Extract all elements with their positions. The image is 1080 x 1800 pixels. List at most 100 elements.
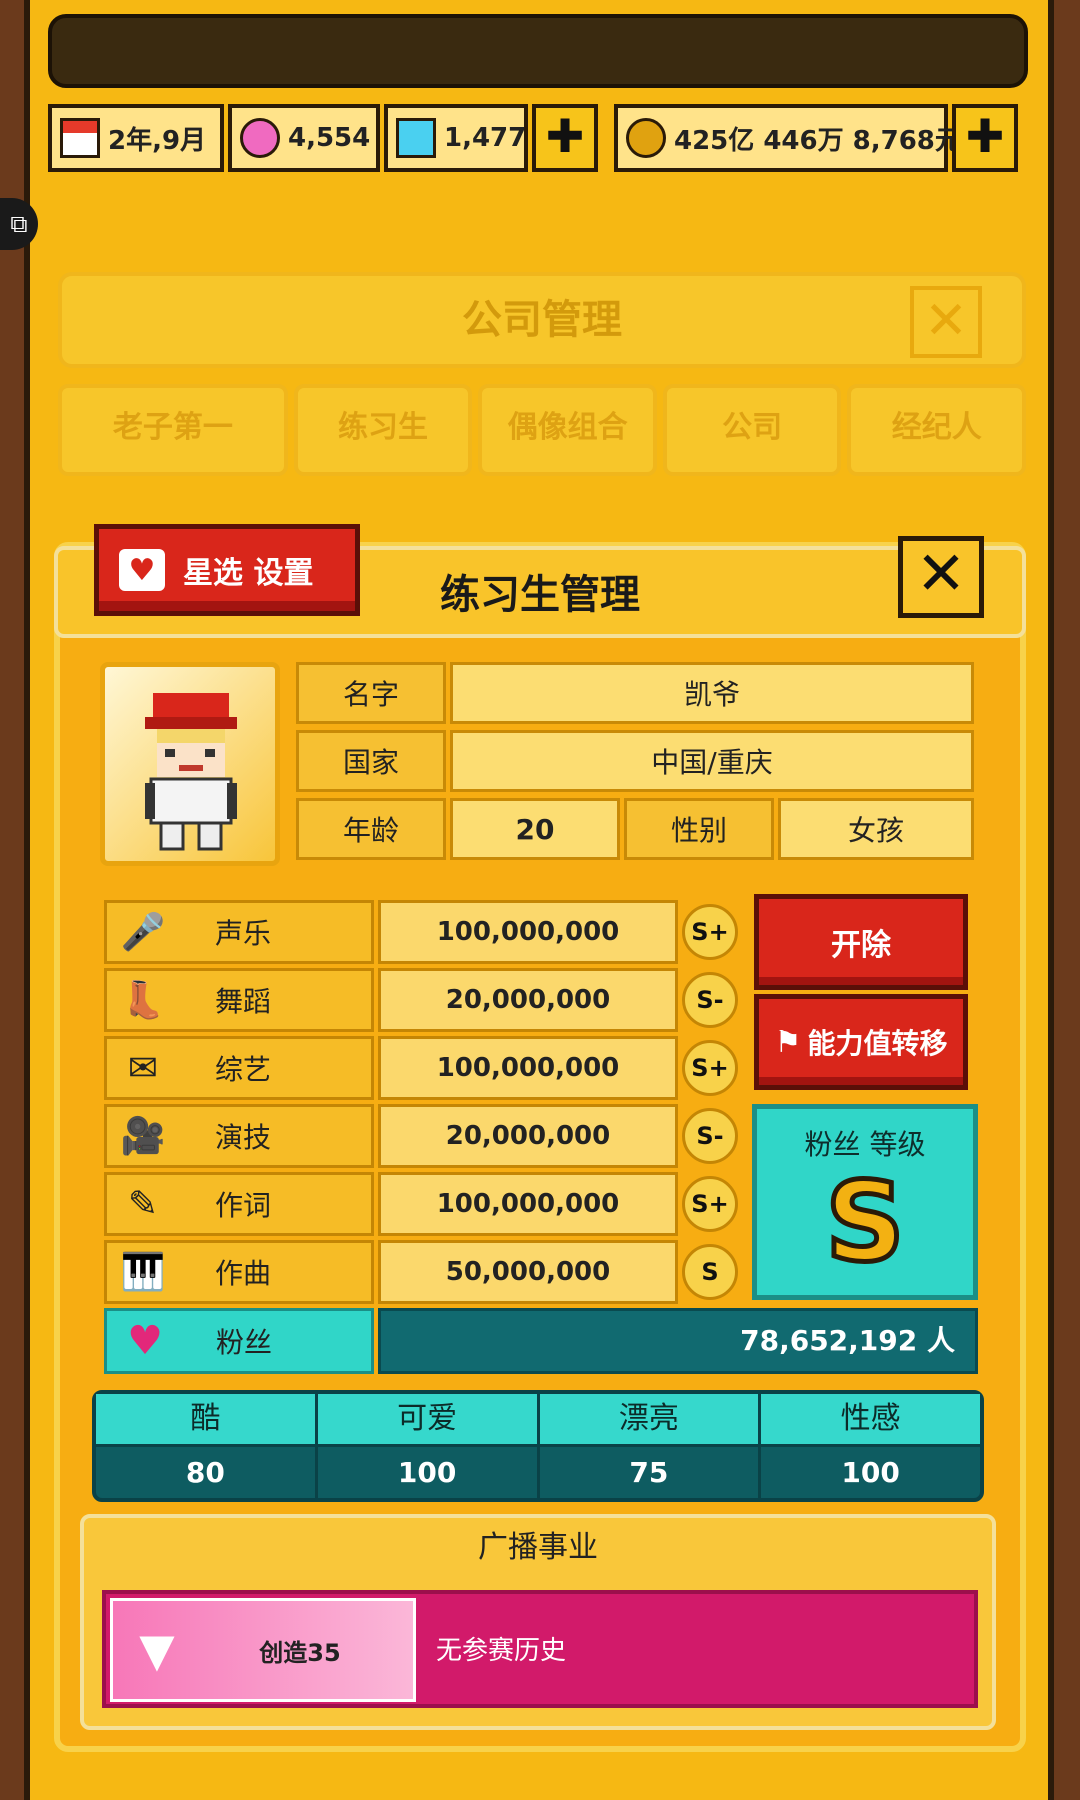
piano-icon: 🎹: [120, 1252, 166, 1293]
pen-icon: ✎: [127, 1183, 159, 1225]
side-handle[interactable]: ⧉: [0, 198, 38, 250]
stat-value: 20,000,000: [378, 1104, 678, 1168]
attribute-value: 75: [629, 1456, 669, 1489]
transfer-icon: ⚑: [774, 1024, 802, 1060]
stat-label: 作词: [214, 1189, 271, 1222]
attribute-value: 80: [185, 1456, 225, 1489]
stat-label: 综艺: [214, 1053, 271, 1086]
shoe-icon: 👢: [120, 980, 166, 1021]
stat-grade: S: [682, 1244, 738, 1300]
attribute-label: 酷: [96, 1394, 315, 1447]
stat-grade: S-: [682, 1108, 738, 1164]
stat-row-acting: 🎥 演技 20,000,000 S-: [104, 1104, 744, 1170]
blue-gem-display: 1,477: [384, 104, 528, 172]
program-label: 创造35: [259, 1638, 341, 1667]
heart-icon: ♥: [127, 1318, 163, 1364]
resource-bar: 2年,9月 4,554 1,477 ✚ 425亿 446万 8,768元 ✚: [48, 104, 1028, 172]
background-close-icon: ✕: [910, 286, 982, 358]
attribute-cool: 酷 80: [96, 1394, 318, 1498]
fire-button[interactable]: 开除: [754, 894, 968, 990]
age-value: 20: [450, 798, 620, 860]
stat-value: 100,000,000: [378, 900, 678, 964]
add-gems-button[interactable]: ✚: [532, 104, 598, 172]
blue-gem-count: 1,477: [444, 123, 527, 153]
tab-agent: 经纪人: [847, 384, 1026, 476]
microphone-icon: 🎤: [120, 912, 166, 953]
plus-icon: ✚: [545, 109, 585, 163]
top-banner: [48, 14, 1028, 88]
variety-icon: ✉: [127, 1047, 159, 1089]
stat-value: 20,000,000: [378, 968, 678, 1032]
background-title-text: 公司管理: [462, 297, 622, 343]
camera-icon: 🎥: [120, 1116, 166, 1157]
broadcast-history-bar: ▼ 创造35 无参赛历史: [102, 1590, 978, 1708]
plus-icon: ✚: [965, 109, 1005, 163]
date-text: 2年,9月: [108, 125, 207, 156]
broadcast-program-card[interactable]: ▼ 创造35: [110, 1598, 416, 1702]
stat-label: 声乐: [214, 917, 271, 950]
fans-label: 粉丝: [215, 1326, 272, 1359]
tornado-icon: ▼: [139, 1623, 175, 1677]
gender-label: 性别: [624, 798, 774, 860]
name-value: 凯爷: [450, 662, 974, 724]
fans-count: 78,652,192 人: [378, 1308, 978, 1374]
stat-row-vocal: 🎤 声乐 100,000,000 S+: [104, 900, 744, 966]
attribute-pretty: 漂亮 75: [539, 1394, 762, 1498]
tab-trainee: 练习生: [293, 384, 473, 476]
fan-level-grade: S: [823, 1158, 907, 1286]
close-button[interactable]: ✕: [898, 536, 984, 618]
name-label: 名字: [296, 662, 446, 724]
stat-grade: S-: [682, 972, 738, 1028]
tab-idol-group: 偶像组合: [478, 384, 657, 476]
trainee-avatar: [100, 662, 280, 866]
tab-company: 公司: [662, 384, 842, 476]
gender-value: 女孩: [778, 798, 974, 860]
pink-gem-icon: [240, 118, 280, 158]
date-display: 2年,9月: [48, 104, 224, 172]
money-display: 425亿 446万 8,768元: [614, 104, 961, 172]
profile-info: 名字 凯爷 国家 中国/重庆 年龄 20 性别 女孩: [296, 662, 974, 862]
stat-row-composition: 🎹 作曲 50,000,000 S: [104, 1240, 744, 1306]
age-label: 年龄: [296, 798, 446, 860]
star-select-label: 星选 设置: [183, 556, 314, 591]
pink-gem-display: 4,554: [228, 104, 380, 172]
stat-row-variety: ✉ 综艺 100,000,000 S+: [104, 1036, 744, 1102]
stat-value: 50,000,000: [378, 1240, 678, 1304]
country-value: 中国/重庆: [450, 730, 974, 792]
transfer-ability-button[interactable]: ⚑ 能力值转移: [754, 994, 968, 1090]
attributes-table: 酷 80 可爱 100 漂亮 75 性感 100: [92, 1390, 984, 1502]
avatar-sprite: [145, 693, 237, 851]
pink-gem-count: 4,554: [288, 123, 371, 153]
attribute-sexy: 性感 100: [761, 1394, 980, 1498]
tab-laozi: 老子第一: [58, 384, 288, 476]
transfer-label: 能力值转移: [807, 1027, 948, 1060]
attribute-value: 100: [397, 1456, 457, 1489]
stat-value: 100,000,000: [378, 1172, 678, 1236]
puzzle-icon: ⧉: [10, 210, 28, 238]
stat-grade: S+: [682, 1176, 738, 1232]
stat-grade: S+: [682, 904, 738, 960]
close-icon: ✕: [915, 539, 967, 609]
add-money-button[interactable]: ✚: [952, 104, 1018, 172]
country-label: 国家: [296, 730, 446, 792]
stat-value: 100,000,000: [378, 1036, 678, 1100]
background-panel-title: 公司管理 ✕: [58, 272, 1026, 368]
stat-row-dance: 👢 舞蹈 20,000,000 S-: [104, 968, 744, 1034]
attribute-label: 性感: [761, 1394, 980, 1447]
competition-history-text: 无参赛历史: [436, 1636, 567, 1666]
star-select-settings-button[interactable]: ♥ 星选 设置: [94, 524, 360, 616]
coin-icon: [626, 118, 666, 158]
stat-label: 作曲: [214, 1257, 271, 1290]
heart-icon: ♥: [119, 549, 165, 591]
attribute-label: 漂亮: [539, 1394, 759, 1447]
background-tabs: 老子第一 练习生 偶像组合 公司 经纪人: [58, 384, 1026, 476]
fan-level-title: 粉丝 等级: [804, 1128, 926, 1161]
fans-row: ♥ 粉丝 78,652,192 人: [104, 1308, 978, 1374]
stat-grade: S+: [682, 1040, 738, 1096]
stat-label: 演技: [214, 1121, 271, 1154]
fan-level-panel: 粉丝 等级 S: [752, 1104, 978, 1300]
blue-gem-icon: [396, 118, 436, 158]
broadcast-title: 广播事业: [478, 1530, 598, 1565]
attribute-label: 可爱: [317, 1394, 537, 1447]
broadcast-section: 广播事业 ▼ 创造35 无参赛历史: [80, 1514, 996, 1730]
